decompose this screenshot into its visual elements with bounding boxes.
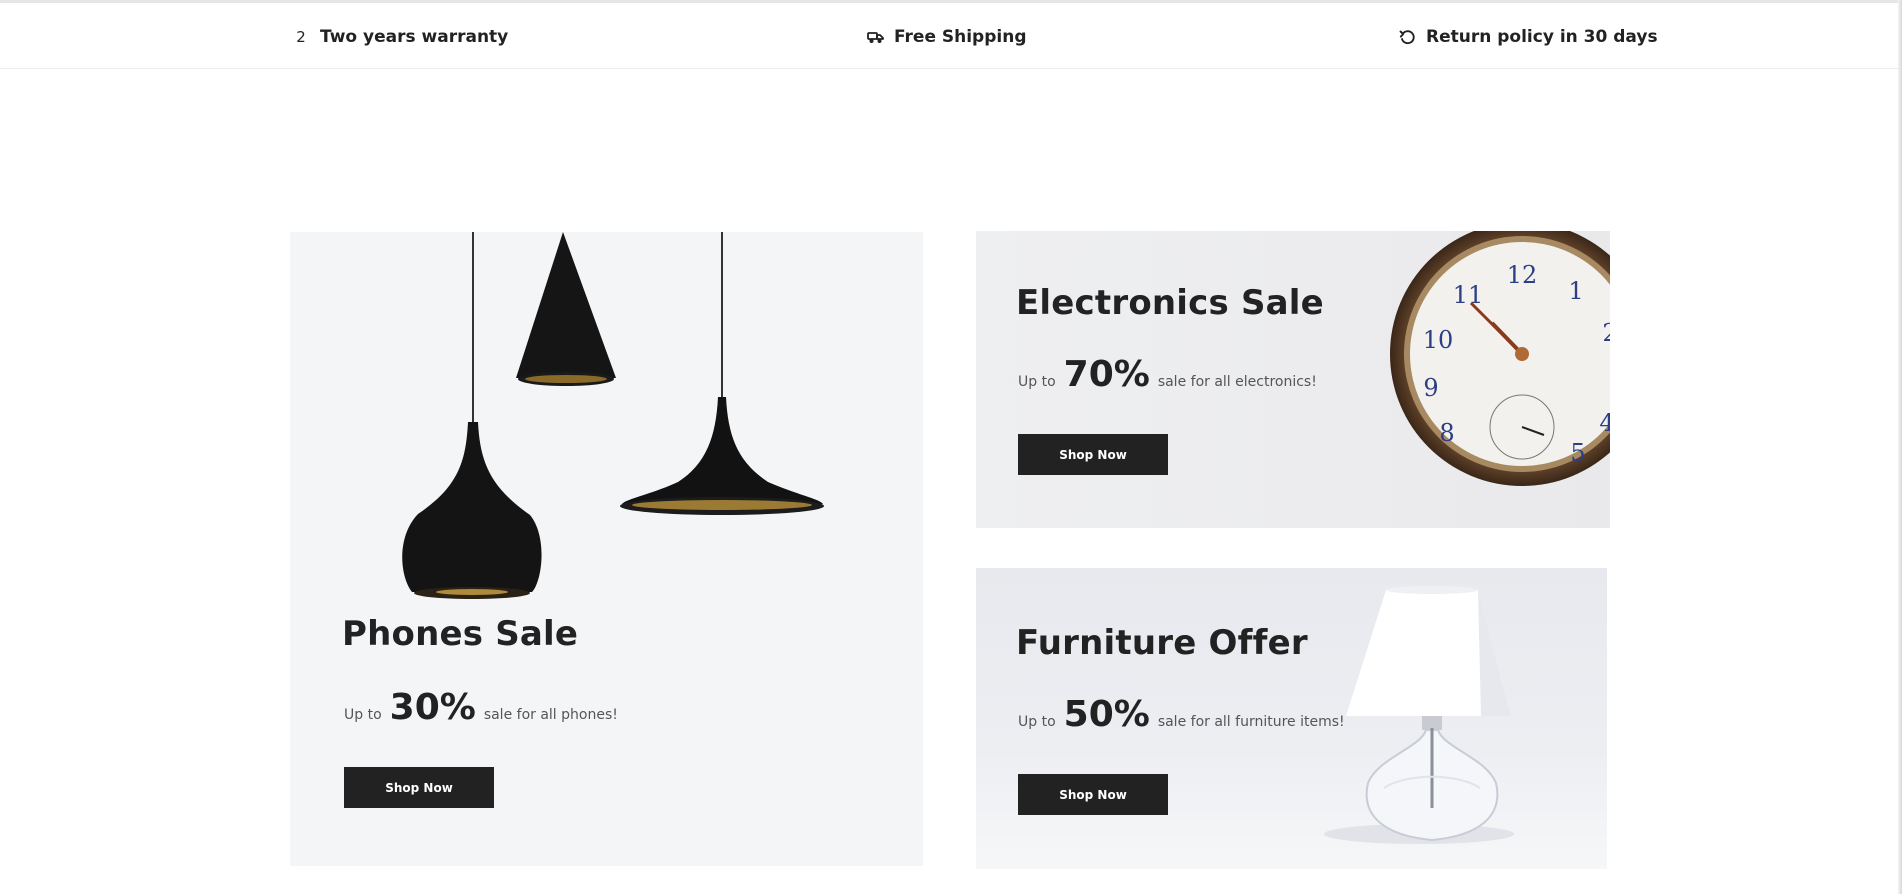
- pocket-watch-image: 12 1 2 3 4 5 11 10 9 8: [1390, 231, 1610, 486]
- svg-text:4: 4: [1599, 409, 1610, 437]
- furniture-percent: 50%: [1063, 694, 1150, 735]
- phones-upto: Up to: [344, 707, 382, 723]
- furniture-title: Furniture Offer: [1016, 623, 1308, 663]
- electronics-promo: Up to 70% sale for all electronics!: [1018, 354, 1317, 395]
- phones-percent: 30%: [389, 687, 476, 728]
- electronics-title: Electronics Sale: [1016, 283, 1324, 323]
- electronics-percent: 70%: [1063, 354, 1150, 395]
- table-lamp-image: [1324, 586, 1514, 844]
- svg-text:2: 2: [1602, 319, 1610, 347]
- phones-title: Phones Sale: [342, 614, 579, 654]
- banner-furniture[interactable]: Furniture Offer Up to 50% sale for all f…: [976, 568, 1607, 869]
- svg-text:1: 1: [1568, 277, 1583, 305]
- electronics-shop-now-button[interactable]: Shop Now: [1018, 434, 1168, 475]
- banner-phones[interactable]: Phones Sale Up to 30% sale for all phone…: [290, 232, 923, 866]
- feature-warranty: 2 Two years warranty: [292, 25, 508, 49]
- features-bar: 2 Two years warranty Free Shipping Retur…: [0, 3, 1902, 69]
- furniture-promo: Up to 50% sale for all furniture items!: [1018, 694, 1345, 735]
- warranty-icon: 2: [296, 28, 306, 46]
- feature-warranty-label: Two years warranty: [320, 27, 509, 47]
- pendant-lamps-image: [402, 232, 824, 599]
- svg-text:5: 5: [1570, 439, 1585, 467]
- furniture-description: sale for all furniture items!: [1157, 714, 1345, 730]
- electronics-upto: Up to: [1018, 374, 1056, 390]
- electronics-description: sale for all electronics!: [1157, 374, 1317, 390]
- feature-shipping-label: Free Shipping: [894, 27, 1027, 47]
- phones-shop-now-button[interactable]: Shop Now: [344, 767, 494, 808]
- furniture-upto: Up to: [1018, 714, 1056, 730]
- truck-icon: [866, 28, 884, 46]
- svg-text:8: 8: [1439, 419, 1454, 447]
- svg-text:10: 10: [1423, 326, 1454, 354]
- feature-shipping: Free Shipping: [866, 25, 1027, 49]
- undo-icon: [1398, 28, 1416, 46]
- phones-description: sale for all phones!: [483, 707, 618, 723]
- feature-returns-label: Return policy in 30 days: [1426, 27, 1658, 47]
- furniture-shop-now-button[interactable]: Shop Now: [1018, 774, 1168, 815]
- window-edge: [1898, 0, 1902, 894]
- svg-text:11: 11: [1453, 281, 1484, 309]
- feature-returns: Return policy in 30 days: [1398, 25, 1658, 49]
- svg-text:12: 12: [1507, 261, 1538, 289]
- phones-promo: Up to 30% sale for all phones!: [344, 687, 618, 728]
- banner-electronics[interactable]: 12 1 2 3 4 5 11 10 9 8 Electronics Sale …: [976, 231, 1610, 528]
- svg-text:9: 9: [1423, 374, 1438, 402]
